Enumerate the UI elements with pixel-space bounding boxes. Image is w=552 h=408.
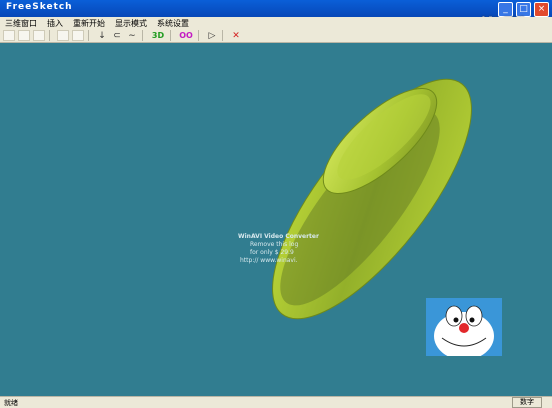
play-icon[interactable]: ▷ [206, 30, 218, 41]
close-button[interactable]: × [534, 2, 549, 17]
watermark-line-1: WinAVI Video Converter [238, 233, 319, 240]
status-numlock: 数字 [512, 397, 542, 408]
wave-icon[interactable]: ∼ [126, 30, 138, 41]
toolbar-separator [142, 30, 143, 41]
toolbar: ↓ ⊂ ∼ 3D OO ▷ ✕ [0, 29, 552, 43]
magenta-oo-icon[interactable]: OO [178, 30, 194, 41]
cartoon-cat-avatar [426, 298, 502, 360]
title-bar: FreeSketch _ □ × [0, 0, 552, 17]
toolbar-separator [49, 30, 50, 41]
watermark-line-3: for only $ 29.9 [250, 249, 294, 256]
toolbar-separator [222, 30, 223, 41]
menu-3d-window[interactable]: 三维窗口 [0, 18, 42, 29]
open-icon[interactable] [18, 30, 30, 41]
menu-insert[interactable]: 插入 [42, 18, 68, 29]
toolbar-separator [198, 30, 199, 41]
video-converter-watermark: WinAVI Video Converter Remove this log f… [238, 233, 319, 265]
watermark-line-2: Remove this log [250, 241, 299, 248]
toolbar-separator [88, 30, 89, 41]
window-title: FreeSketch [6, 2, 73, 12]
arrow-down-icon[interactable]: ↓ [96, 30, 108, 41]
menu-system-settings[interactable]: 系统设置 [152, 18, 194, 29]
toolbar-separator [170, 30, 171, 41]
green-3d-icon[interactable]: 3D [150, 30, 166, 41]
tool-blank-icon-2[interactable] [72, 30, 84, 41]
stop-icon[interactable]: ✕ [230, 30, 242, 41]
save-icon[interactable] [33, 30, 45, 41]
menu-display-mode[interactable]: 显示模式 [110, 18, 152, 29]
tool-blank-icon[interactable] [57, 30, 69, 41]
watermark-line-4: http:// www.winavi. [240, 257, 298, 264]
new-icon[interactable] [3, 30, 15, 41]
menu-bar: 三维窗口 插入 重新开始 显示模式 系统设置 [0, 17, 552, 29]
loop-icon[interactable]: ⊂ [111, 30, 123, 41]
menu-restart[interactable]: 重新开始 [68, 18, 110, 29]
status-bar: 就绪 数字 [0, 396, 552, 408]
